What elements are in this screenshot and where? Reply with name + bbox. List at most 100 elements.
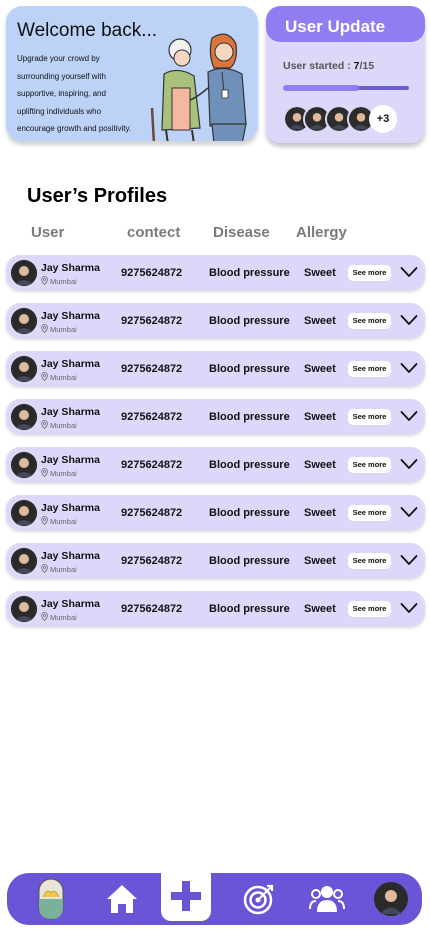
user-name: Jay Sharma bbox=[41, 502, 100, 514]
home-icon bbox=[107, 885, 137, 913]
welcome-message: Upgrade your crowd by surrounding yourse… bbox=[17, 50, 157, 138]
user-location: Mumbai bbox=[41, 276, 77, 286]
table-row[interactable]: Jay Sharma Mumbai 9275624872 Blood press… bbox=[6, 495, 425, 530]
bottom-navigation bbox=[7, 871, 422, 925]
user-location-text: Mumbai bbox=[50, 565, 77, 574]
see-more-button[interactable]: See more bbox=[348, 553, 391, 569]
avatar bbox=[11, 260, 37, 286]
plus-icon bbox=[171, 881, 201, 911]
nav-add[interactable] bbox=[161, 871, 211, 921]
column-header-user: User bbox=[31, 224, 65, 241]
see-more-button[interactable]: See more bbox=[348, 505, 391, 521]
user-name: Jay Sharma bbox=[41, 262, 100, 274]
avatar bbox=[11, 596, 37, 622]
users-total-count: /15 bbox=[359, 60, 375, 72]
user-location-text: Mumbai bbox=[50, 277, 77, 286]
profile-avatar bbox=[374, 882, 408, 916]
chevron-down-icon[interactable] bbox=[400, 457, 418, 471]
user-location: Mumbai bbox=[41, 516, 77, 526]
users-started-status: User started : 7/15 bbox=[283, 60, 374, 72]
welcome-card: Welcome back... Upgrade your crowd by su… bbox=[6, 6, 258, 141]
user-location: Mumbai bbox=[41, 420, 77, 430]
nav-goals[interactable] bbox=[242, 873, 276, 925]
nav-home[interactable] bbox=[102, 873, 142, 925]
user-allergy: Sweet bbox=[304, 459, 336, 471]
column-header-disease: Disease bbox=[213, 224, 270, 241]
location-pin-icon bbox=[41, 564, 48, 573]
nav-community[interactable] bbox=[307, 873, 347, 925]
user-location-text: Mumbai bbox=[50, 469, 77, 478]
user-location-text: Mumbai bbox=[50, 421, 77, 430]
chevron-down-icon[interactable] bbox=[400, 505, 418, 519]
location-pin-icon bbox=[41, 612, 48, 621]
user-name: Jay Sharma bbox=[41, 550, 100, 562]
user-disease: Blood pressure bbox=[209, 267, 290, 279]
user-location-text: Mumbai bbox=[50, 373, 77, 382]
see-more-button[interactable]: See more bbox=[348, 457, 391, 473]
table-row[interactable]: Jay Sharma Mumbai 9275624872 Blood press… bbox=[6, 543, 425, 578]
avatar bbox=[11, 452, 37, 478]
user-disease: Blood pressure bbox=[209, 459, 290, 471]
welcome-line: surrounding yourself with bbox=[17, 71, 106, 81]
chevron-down-icon[interactable] bbox=[400, 601, 418, 615]
user-allergy: Sweet bbox=[304, 363, 336, 375]
see-more-button[interactable]: See more bbox=[348, 313, 391, 329]
table-row[interactable]: Jay Sharma Mumbai 9275624872 Blood press… bbox=[6, 591, 425, 626]
user-location: Mumbai bbox=[41, 324, 77, 334]
avatar bbox=[11, 308, 37, 334]
table-row[interactable]: Jay Sharma Mumbai 9275624872 Blood press… bbox=[6, 399, 425, 434]
see-more-button[interactable]: See more bbox=[348, 601, 391, 617]
user-location: Mumbai bbox=[41, 372, 77, 382]
target-icon bbox=[243, 884, 274, 915]
see-more-button[interactable]: See more bbox=[348, 361, 391, 377]
chevron-down-icon[interactable] bbox=[400, 265, 418, 279]
see-more-button[interactable]: See more bbox=[348, 409, 391, 425]
user-location-text: Mumbai bbox=[50, 517, 77, 526]
user-allergy: Sweet bbox=[304, 411, 336, 423]
caregiver-illustration bbox=[150, 33, 247, 141]
user-location-text: Mumbai bbox=[50, 613, 77, 622]
user-allergy: Sweet bbox=[304, 267, 336, 279]
chevron-down-icon[interactable] bbox=[400, 361, 418, 375]
nav-pills[interactable] bbox=[35, 873, 67, 925]
more-users-badge[interactable]: +3 bbox=[369, 105, 397, 133]
location-pin-icon bbox=[41, 372, 48, 381]
column-header-allergy: Allergy bbox=[296, 224, 347, 241]
user-allergy: Sweet bbox=[304, 555, 336, 567]
user-contact: 9275624872 bbox=[121, 363, 183, 375]
user-name: Jay Sharma bbox=[41, 598, 100, 610]
user-name: Jay Sharma bbox=[41, 454, 100, 466]
welcome-line: supportive, inspiring, and bbox=[17, 89, 106, 98]
avatar bbox=[11, 404, 37, 430]
user-disease: Blood pressure bbox=[209, 507, 290, 519]
column-header-contact: contect bbox=[127, 224, 181, 241]
user-disease: Blood pressure bbox=[209, 555, 290, 567]
chevron-down-icon[interactable] bbox=[400, 409, 418, 423]
progress-fill bbox=[283, 85, 359, 91]
table-row[interactable]: Jay Sharma Mumbai 9275624872 Blood press… bbox=[6, 447, 425, 482]
user-contact: 9275624872 bbox=[121, 603, 183, 615]
user-allergy: Sweet bbox=[304, 507, 336, 519]
table-row[interactable]: Jay Sharma Mumbai 9275624872 Blood press… bbox=[6, 255, 425, 290]
welcome-line: uplifting individuals who bbox=[17, 106, 102, 116]
user-location: Mumbai bbox=[41, 468, 77, 478]
location-pin-icon bbox=[41, 468, 48, 477]
user-allergy: Sweet bbox=[304, 315, 336, 327]
user-location-text: Mumbai bbox=[50, 325, 77, 334]
user-location: Mumbai bbox=[41, 612, 77, 622]
user-contact: 9275624872 bbox=[121, 507, 183, 519]
location-pin-icon bbox=[41, 324, 48, 333]
avatar bbox=[11, 356, 37, 382]
location-pin-icon bbox=[41, 276, 48, 285]
table-row[interactable]: Jay Sharma Mumbai 9275624872 Blood press… bbox=[6, 351, 425, 386]
see-more-button[interactable]: See more bbox=[348, 265, 391, 281]
nav-profile[interactable] bbox=[373, 873, 409, 925]
user-contact: 9275624872 bbox=[121, 411, 183, 423]
user-location: Mumbai bbox=[41, 564, 77, 574]
location-pin-icon bbox=[41, 516, 48, 525]
chevron-down-icon[interactable] bbox=[400, 313, 418, 327]
chevron-down-icon[interactable] bbox=[400, 553, 418, 567]
table-row[interactable]: Jay Sharma Mumbai 9275624872 Blood press… bbox=[6, 303, 425, 338]
pill-icon bbox=[38, 878, 64, 920]
users-icon bbox=[309, 886, 345, 912]
